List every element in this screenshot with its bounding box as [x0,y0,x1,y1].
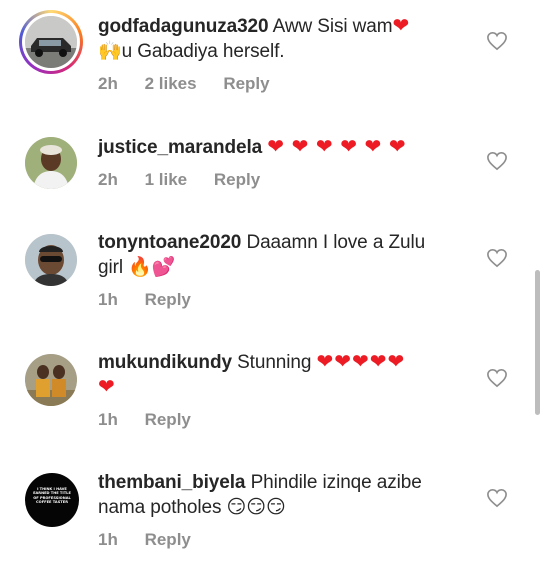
car-avatar-image [25,16,77,68]
comment-body: godfadagunuza320 Aww Sisi wam❤ 🙌u Gabadi… [98,14,483,64]
comment-text: nama potholes [98,497,222,518]
comment-username[interactable]: mukundikundy [98,352,232,373]
reply-button[interactable]: Reply [214,170,260,189]
comment-text: Stunning [231,352,312,373]
comment-body: tonyntoane2020 Daaamn I love a Zulu girl… [98,230,483,280]
heart-outline-icon[interactable] [486,368,508,388]
reply-button[interactable]: Reply [145,530,191,549]
heart-outline-icon[interactable] [486,31,508,51]
comment-time: 1h [98,410,118,429]
reply-button[interactable]: Reply [223,74,269,93]
comment-text: girl [98,257,123,278]
comment-item: justice_marandela ❤ ❤ ❤ ❤ ❤ ❤ 2h 1 like … [0,110,540,220]
person-avatar-image [25,234,77,286]
heart-outline-icon[interactable] [486,248,508,268]
comment-meta: 2h 2 likes Reply [98,74,292,94]
comment-time: 2h [98,74,118,93]
comment-time: 1h [98,290,118,309]
comment-meta: 1h Reply [98,410,213,430]
comment-username[interactable]: justice_marandela [98,137,262,158]
comment-text: Daaamn I love a Zulu [241,232,426,253]
comment-body: mukundikundy Stunning ❤❤❤❤❤ ❤ [98,350,483,400]
comment-username[interactable]: tonyntoane2020 [98,232,241,253]
comment-meta: 1h Reply [98,530,213,550]
comment-username[interactable]: godfadagunuza320 [98,16,269,37]
comment-username[interactable]: thembani_biyela [98,472,245,493]
comment-likes-count[interactable]: 1 like [145,170,188,189]
comment-item: tonyntoane2020 Daaamn I love a Zulu girl… [0,220,540,340]
comment-text: Phindile izinqe azibe [245,472,422,493]
red-heart-emoji: ❤ [392,15,411,37]
avatar[interactable] [25,234,77,286]
comment-body: thembani_biyela Phindile izinqe azibe na… [98,470,483,520]
heart-outline-icon[interactable] [486,488,508,508]
smirk-emoji: 😏😏😏 [226,497,286,518]
reply-button[interactable]: Reply [145,290,191,309]
two-hearts-emoji: 💕 [151,257,176,278]
comment-body: justice_marandela ❤ ❤ ❤ ❤ ❤ ❤ [98,135,483,160]
comment-text: Aww Sisi wam [268,16,393,37]
red-hearts-emoji: ❤ ❤ ❤ ❤ ❤ ❤ [267,136,407,158]
person-avatar-image [25,137,77,189]
heart-outline-icon[interactable] [486,151,508,171]
avatar-caption: I THINK I HAVE EARNED THE TITLE OF PROFE… [33,487,71,505]
comment-meta: 1h Reply [98,290,213,310]
red-heart-emoji: ❤ [98,376,116,398]
comment-time: 1h [98,530,118,549]
avatar[interactable] [25,354,77,406]
children-avatar-image [25,354,77,406]
comment-item: I THINK I HAVE EARNED THE TITLE OF PROFE… [0,460,540,567]
comment-item: godfadagunuza320 Aww Sisi wam❤ 🙌u Gabadi… [0,0,540,110]
comment-likes-count[interactable]: 2 likes [145,74,197,93]
reply-button[interactable]: Reply [145,410,191,429]
comment-text: u Gabadiya herself. [121,41,285,62]
comment-time: 2h [98,170,118,189]
comment-meta: 2h 1 like Reply [98,170,282,190]
scrollbar[interactable] [535,270,540,415]
avatar[interactable]: I THINK I HAVE EARNED THE TITLE OF PROFE… [25,473,79,527]
fire-emoji: 🔥 [128,257,152,278]
avatar[interactable] [25,16,77,68]
comment-item: mukundikundy Stunning ❤❤❤❤❤ ❤ 1h Reply [0,340,540,460]
raised-hands-emoji: 🙌 [98,41,122,62]
avatar[interactable] [25,137,77,189]
red-hearts-emoji: ❤❤❤❤❤ [316,351,406,373]
